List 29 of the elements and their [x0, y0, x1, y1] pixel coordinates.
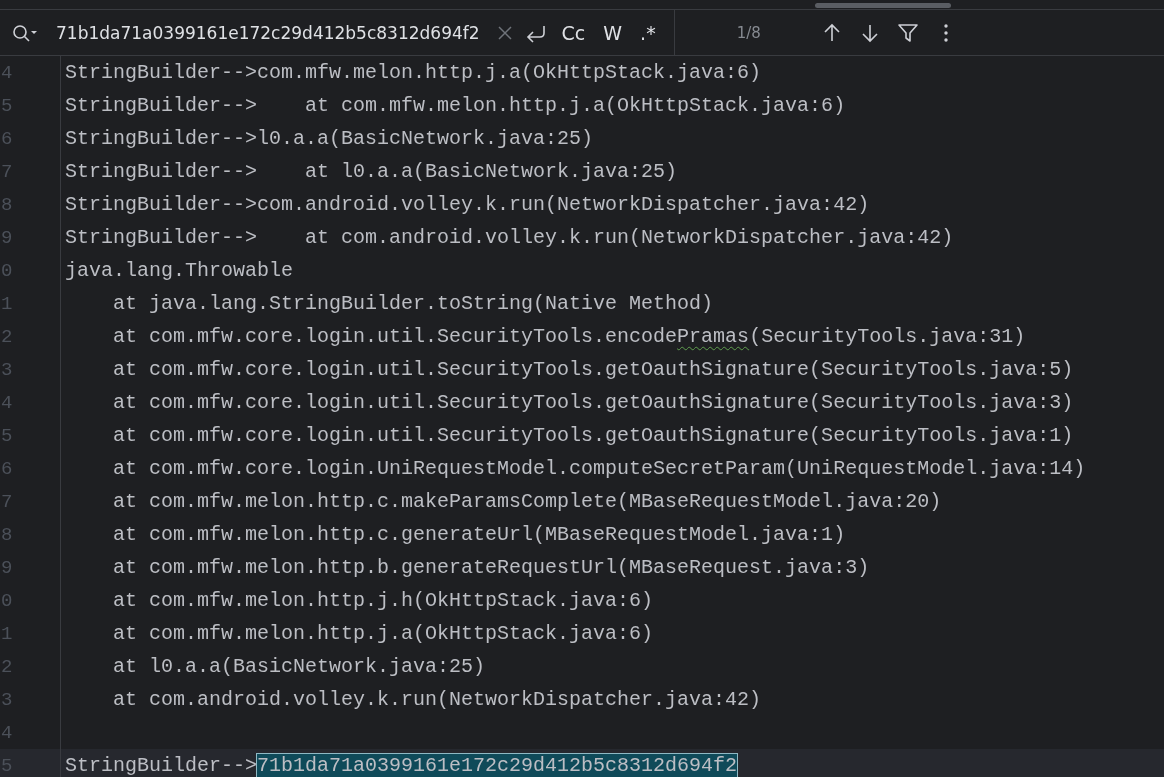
code-line: StringBuilder--> at com.android.volley.k.run(NetworkDispatcher.java:42)	[65, 226, 954, 249]
code-line: at com.mfw.core.login.util.SecurityTools.encodePramas(SecurityTools.java:31)	[112, 325, 1026, 348]
match-count: 1/8	[736, 23, 761, 42]
code-line: at java.lang.StringBuilder.toString(Native Method)	[112, 292, 714, 315]
code-line: StringBuilder--> at l0.a.a(BasicNetwork.java:25)	[65, 160, 678, 183]
code-line: at com.mfw.core.login.util.SecurityTools.getOauthSignature(SecurityTools.java:1)	[112, 424, 1074, 447]
code-line: at com.mfw.core.login.util.SecurityTools.getOauthSignature(SecurityTools.java:5)	[112, 358, 1074, 381]
code-line: StringBuilder-->com.mfw.melon.http.j.a(OkHttpStack.java:6)	[65, 61, 762, 84]
search-option-toggle[interactable]: Cc	[557, 19, 590, 46]
code-line: at com.mfw.melon.http.j.h(OkHttpStack.java:6)	[112, 589, 654, 612]
filter-icon[interactable]	[896, 21, 919, 44]
code-line: at com.mfw.melon.http.b.generateRequestUrl(MBaseRequest.java:3)	[112, 556, 870, 579]
code-line: StringBuilder-->71b1da71a0399161e172c29d412b5c8312d694f2	[65, 754, 738, 777]
code-line: at com.mfw.core.login.util.SecurityTools.getOauthSignature(SecurityTools.java:3)	[112, 391, 1074, 414]
search-option-toggle[interactable]: .*	[636, 19, 660, 46]
code-line: java.lang.Throwable	[65, 259, 294, 282]
code-line: at com.mfw.melon.http.c.makeParamsComplete(MBaseRequestModel.java:20)	[112, 490, 942, 513]
search-option-toggle[interactable]: W	[599, 19, 627, 46]
code-line: at com.android.volley.k.run(NetworkDispatcher.java:42)	[112, 688, 762, 711]
search-field[interactable]: 71b1da71a0399161e172c29d412b5c8312d694f2	[56, 21, 480, 44]
scrollbar-thumb[interactable]	[815, 3, 951, 8]
code-line: StringBuilder-->l0.a.a(BasicNetwork.java:25)	[65, 127, 594, 150]
code-line: at l0.a.a(BasicNetwork.java:25)	[112, 655, 486, 678]
code-line: at com.mfw.melon.http.c.generateUrl(MBaseRequestModel.java:1)	[112, 523, 846, 546]
close-icon[interactable]	[495, 23, 514, 42]
code-line: StringBuilder--> at com.mfw.melon.http.j.a(OkHttpStack.java:6)	[65, 94, 846, 117]
code-line: at com.mfw.core.login.UniRequestModel.computeSecretParam(UniRequestModel.java:14)	[112, 457, 1086, 480]
code-line: StringBuilder-->com.android.volley.k.run(NetworkDispatcher.java:42)	[65, 193, 870, 216]
code-line: at com.mfw.melon.http.j.a(OkHttpStack.java:6)	[112, 622, 654, 645]
